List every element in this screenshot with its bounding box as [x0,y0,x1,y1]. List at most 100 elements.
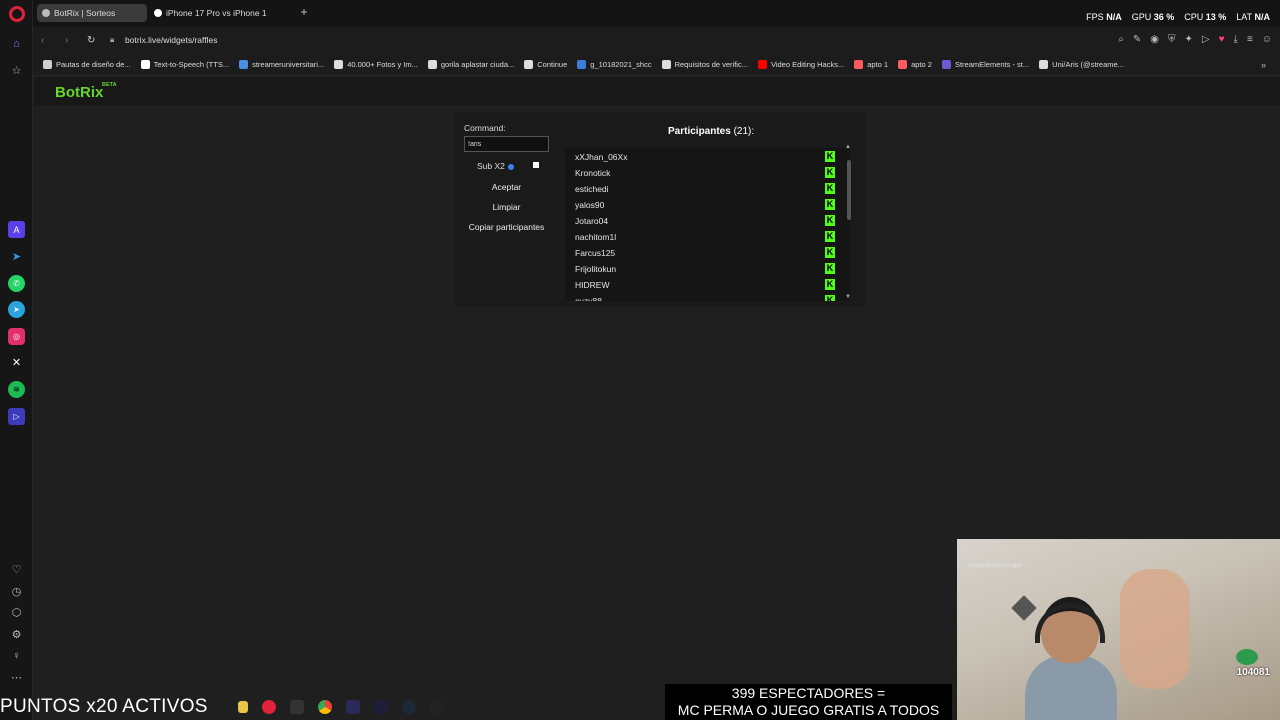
download-icon[interactable]: ⤓ [1234,34,1238,45]
bookmarks-more-icon[interactable]: » [1261,60,1266,70]
sub-x2-checkbox[interactable] [533,162,539,168]
cpu-stat: CPU 13 % [1184,12,1227,22]
participant-row: Jotaro04 K [565,213,835,229]
bookmark-item[interactable]: g_10182021_shcc [577,60,652,69]
profile-icon[interactable]: ☺ [1262,34,1272,45]
participant-row: yalos90 K [565,197,835,213]
kick-icon: K [825,247,835,258]
bookmark-item[interactable]: Video Editing Hacks... [757,60,845,69]
play-icon[interactable]: ▷ [1202,34,1210,45]
participant-name: HIDREW [575,280,610,290]
bookmark-item[interactable]: StreamElements - st... [941,60,1030,69]
command-label: Command: [464,123,506,133]
accept-button[interactable]: Aceptar [464,182,549,192]
kick-icon: K [825,199,835,210]
aria-icon[interactable]: A [8,221,25,238]
bookmark-label: StreamElements - st... [954,60,1030,69]
bookmark-label: Text-to-Speech (TTS... [153,60,230,69]
tab-iphone[interactable]: iPhone 17 Pro vs iPhone 1 [149,4,289,22]
spotify-icon[interactable]: ≋ [8,381,25,398]
shield-icon[interactable]: ⛨ [1168,34,1176,45]
x-icon[interactable]: ✕ [8,354,25,371]
bookmark-item[interactable]: Text-to-Speech (TTS... [140,60,230,69]
brand-logo[interactable]: BotRix [55,84,103,101]
back-icon[interactable]: ‹ [41,35,44,46]
reload-icon[interactable]: ↻ [87,35,95,46]
participant-row: xXJhan_06Xx K [565,149,835,165]
obs-icon[interactable] [346,700,360,714]
home-icon[interactable]: ⌂ [8,35,25,52]
telegram-icon[interactable]: ➤ [8,301,25,318]
chair-shape [1120,569,1190,689]
participants-scrollbar[interactable]: ▲ ▼ [845,144,851,302]
cube-icon[interactable]: ⬡ [8,604,25,621]
scroll-down-icon[interactable]: ▼ [845,294,851,300]
new-tab-button[interactable]: + [298,6,310,18]
bookmark-item[interactable]: apto 2 [898,60,932,69]
url-field[interactable]: botrix.live/widgets/raffles [125,35,217,45]
bookmark-item[interactable]: 40.000+ Fotos y Im... [334,60,418,69]
points-banner: PUNTOS x20 ACTIVOS [0,696,208,717]
extensions-icon[interactable]: ✦ [1184,34,1192,45]
participant-name: nachitom1l [575,232,617,242]
instagram-icon[interactable]: ◎ [8,328,25,345]
opera-logo-icon[interactable] [9,6,25,22]
app-icon[interactable] [290,700,304,714]
edit-icon[interactable]: ✎ [1133,34,1141,45]
bookmark-icon [854,60,864,69]
bulb-icon[interactable]: ♀ [8,647,25,664]
menu-icon[interactable]: ≡ [1247,34,1253,45]
messenger-icon[interactable]: ➤ [8,248,25,265]
bookmark-icon [898,60,908,69]
heart-icon[interactable]: ♥ [1219,34,1225,45]
info-icon[interactable] [507,163,514,170]
bookmark-label: Requisitos de verific... [674,60,748,69]
tab-label: BotRix | Sorteos [54,8,116,18]
clear-button[interactable]: Limpiar [464,202,549,212]
bookmark-icon [577,60,587,69]
heart-icon[interactable]: ♡ [8,561,25,578]
star-icon[interactable]: ☆ [8,62,25,79]
settings-icon[interactable]: ⚙ [8,626,25,643]
opera-gx-icon[interactable] [262,700,276,714]
more-icon[interactable]: ⋯ [8,669,25,686]
vscode-icon[interactable] [374,700,388,714]
bookmark-label: apto 1 [867,60,889,69]
bookmark-label: Video Editing Hacks... [770,60,845,69]
chrome-icon[interactable] [318,700,332,714]
steam-icon[interactable] [402,700,416,714]
screen: ⌂ ☆ A ➤ ✆ ➤ ◎ ✕ ≋ ▷ ♡ ◷ ⬡ ⚙ ♀ ⋯ BotRix |… [0,0,1280,720]
history-icon[interactable]: ◷ [8,583,25,600]
bookmark-item[interactable]: Uni/Aris (@streame... [1039,60,1124,69]
search-icon[interactable]: ⌕ [1118,34,1124,45]
epic-games-icon[interactable] [430,700,444,714]
lock-icon: 🔒︎ [110,35,115,44]
site-header: BotRix BETA [34,77,1280,105]
camera-icon[interactable]: ◉ [1150,34,1159,45]
toolbar-icons: ⌕ ✎ ◉ ⛨ ✦ ▷ ♥ ⤓ ≡ ☺ [1118,34,1272,45]
bookmark-item[interactable]: apto 1 [854,60,888,69]
participant-row: HIDREW K [565,277,835,293]
participants-list[interactable]: xXJhan_06Xx K Kronotick Kestichedi Kyalos90 K… [565,148,850,301]
bookmark-item[interactable]: Requisitos de verific... [661,60,748,69]
forward-icon[interactable]: › [65,35,68,46]
bookmarks-bar: Pautas de diseño de... Text-to-Speech (TT… [33,54,1280,76]
whatsapp-icon[interactable]: ✆ [8,275,25,292]
streamer-figure [1025,597,1117,720]
bookmark-item[interactable]: gorila aplastar ciuda... [427,60,515,69]
participant-name: yalos90 [575,200,605,210]
scroll-thumb[interactable] [847,160,851,220]
bookmark-item[interactable]: Continue [524,60,567,69]
bookmark-item[interactable]: Pautas de diseño de... [43,60,131,69]
fps-stat: FPS N/A [1086,12,1122,22]
command-input[interactable] [464,136,549,152]
copy-participants-button[interactable]: Copiar participantes [464,222,549,232]
scroll-up-icon[interactable]: ▲ [845,144,851,150]
bookmark-label: gorila aplastar ciuda... [440,60,515,69]
file-explorer-icon[interactable] [238,701,248,713]
bookmark-item[interactable]: streameruniversitari... [239,60,324,69]
viewer-goal-line1: 399 ESPECTADORES = [731,685,886,701]
page-favicon-icon [154,9,162,17]
tab-botrix[interactable]: BotRix | Sorteos [37,4,147,22]
player-icon[interactable]: ▷ [8,408,25,425]
